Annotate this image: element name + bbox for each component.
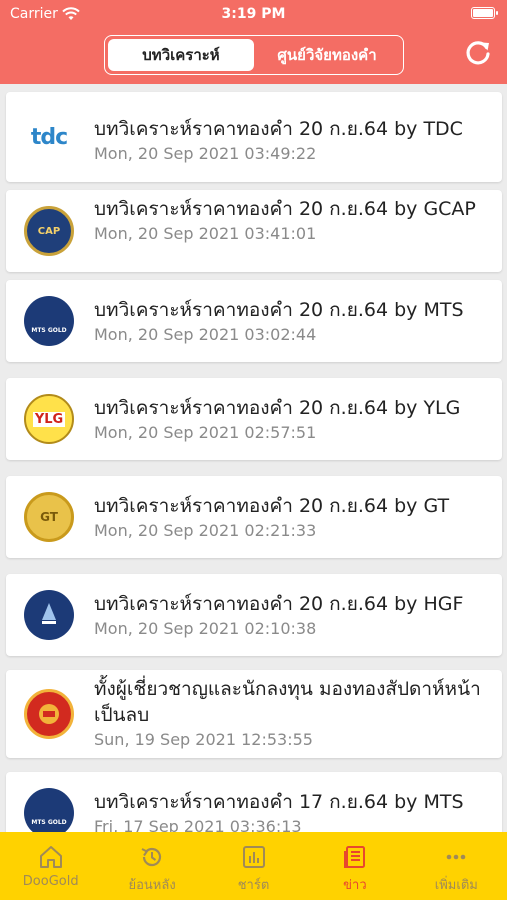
article-card[interactable]: GT บทวิเคราะห์ราคาทองคำ 20 ก.ย.64 by GT … [6,476,502,558]
article-card[interactable]: tdc บทวิเคราะห์ราคาทองคำ 20 ก.ย.64 by TD… [6,92,502,182]
status-time: 3:19 PM [221,6,286,22]
article-list: tdc บทวิเคราะห์ราคาทองคำ 20 ก.ย.64 by TD… [0,84,507,832]
app-header: Carrier 3:19 PM บทวิเคราะห์ ศูนย์วิจัยทอ… [0,0,507,84]
tab-label: ย้อนหลัง [128,878,176,893]
tab-chart[interactable]: ชาร์ต [203,832,304,900]
gcap-logo: CAP [24,206,74,256]
logo-text: CAP [37,225,61,237]
article-title: บทวิเคราะห์ราคาทองคำ 20 ก.ย.64 by TDC [94,118,463,140]
article-date: Fri, 17 Sep 2021 03:36:13 [94,817,302,832]
more-icon [447,854,466,860]
logo-text: YLG [32,411,66,427]
article-title: บทวิเคราะห์ราคาทองคำ 17 ก.ย.64 by MTS [94,791,464,813]
article-date: Mon, 20 Sep 2021 02:21:33 [94,521,317,540]
hgf-logo [24,590,74,640]
article-title: ทั้งผู้เชี่ยวชาญและนักลงทุน มองทองสัปดาห… [94,678,481,726]
news-logo [24,689,74,739]
article-date: Sun, 19 Sep 2021 12:53:55 [94,730,313,749]
article-title: บทวิเคราะห์ราคาทองคำ 20 ก.ย.64 by HGF [94,593,464,615]
article-card[interactable]: บทวิเคราะห์ราคาทองคำ 20 ก.ย.64 by HGF Mo… [6,574,502,656]
logo-text: tdc [30,124,68,150]
refresh-icon[interactable] [463,38,493,68]
article-title: บทวิเคราะห์ราคาทองคำ 20 ก.ย.64 by YLG [94,397,461,419]
logo-text: GT [40,510,58,524]
chart-icon [242,846,265,868]
tdc-logo: tdc [24,112,74,162]
article-card[interactable]: ทั้งผู้เชี่ยวชาญและนักลงทุน มองทองสัปดาห… [6,670,502,758]
tab-news[interactable]: ข่าว [304,832,405,900]
battery-icon [471,7,498,19]
article-date: Mon, 20 Sep 2021 02:57:51 [94,423,317,442]
article-date: Mon, 20 Sep 2021 03:41:01 [94,224,317,243]
logo-text: MTS GOLD [31,818,67,826]
article-date: Mon, 20 Sep 2021 02:10:38 [94,619,317,638]
gt-logo: GT [24,492,74,542]
article-card[interactable]: MTS GOLD บทวิเคราะห์ราคาทองคำ 17 ก.ย.64 … [6,772,502,832]
tab-gold-research-center[interactable]: ศูนย์วิจัยทองคำ [254,39,400,71]
tab-label: ข่าว [343,878,367,893]
article-card[interactable]: YLG บทวิเคราะห์ราคาทองคำ 20 ก.ย.64 by YL… [6,378,502,460]
news-emblem-icon [39,704,59,724]
hgf-emblem-icon [42,603,56,624]
ylg-logo: YLG [24,394,74,444]
article-title: บทวิเคราะห์ราคาทองคำ 20 ก.ย.64 by GT [94,495,450,517]
mts-logo: MTS GOLD [24,296,74,346]
tab-more[interactable]: เพิ่มเติม [406,832,507,900]
tab-analysis[interactable]: บทวิเคราะห์ [108,39,254,71]
news-icon [343,846,365,868]
tab-label: เพิ่มเติม [434,878,478,893]
bottom-tab-bar: DooGold ย้อนหลัง ชาร์ต ข่าว เพิ่มเติม [0,832,507,900]
tab-doogold[interactable]: DooGold [0,832,101,900]
article-card[interactable]: MTS GOLD บทวิเคราะห์ราคาทองคำ 20 ก.ย.64 … [6,280,502,362]
article-date: Mon, 20 Sep 2021 03:49:22 [94,144,317,163]
history-icon [141,847,162,867]
mts-logo: MTS GOLD [24,788,74,832]
section-segmented-control: บทวิเคราะห์ ศูนย์วิจัยทองคำ [104,35,404,75]
article-title: บทวิเคราะห์ราคาทองคำ 20 ก.ย.64 by MTS [94,299,464,321]
article-title: บทวิเคราะห์ราคาทองคำ 20 ก.ย.64 by GCAP [94,198,476,220]
article-card[interactable]: CAP บทวิเคราะห์ราคาทองคำ 20 ก.ย.64 by GC… [6,190,502,272]
tab-label: DooGold [22,874,79,889]
status-bar: Carrier 3:19 PM [0,6,507,26]
tab-label: ชาร์ต [237,878,270,893]
article-date: Mon, 20 Sep 2021 03:02:44 [94,325,317,344]
tab-history[interactable]: ย้อนหลัง [101,832,202,900]
logo-text: MTS GOLD [31,326,67,334]
home-icon [39,846,62,868]
